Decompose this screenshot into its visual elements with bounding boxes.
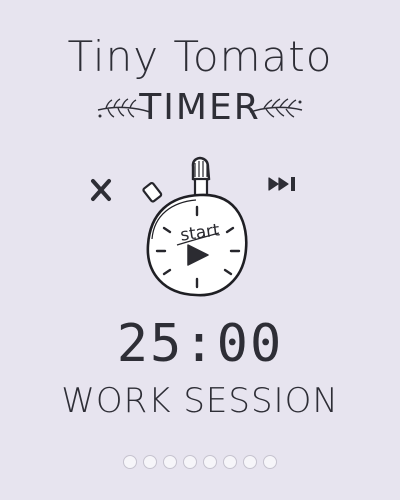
subtitle-row: TIMER bbox=[0, 88, 400, 132]
session-dot bbox=[163, 455, 177, 469]
session-dot bbox=[203, 455, 217, 469]
app-title: Tiny Tomato bbox=[67, 32, 333, 81]
close-icon[interactable] bbox=[90, 178, 112, 202]
session-dot bbox=[123, 455, 137, 469]
session-dot bbox=[143, 455, 157, 469]
right-leaf-sprig-icon bbox=[249, 98, 303, 118]
time-remaining: 25:00 bbox=[116, 314, 284, 374]
session-dot bbox=[183, 455, 197, 469]
session-dot bbox=[243, 455, 257, 469]
skip-forward-icon[interactable] bbox=[268, 176, 298, 192]
session-progress-dots bbox=[0, 455, 400, 469]
session-dot bbox=[223, 455, 237, 469]
session-dot bbox=[263, 455, 277, 469]
session-label: WORK SESSION bbox=[61, 381, 339, 421]
app-subtitle: TIMER bbox=[139, 87, 261, 128]
start-button[interactable]: start bbox=[130, 155, 270, 305]
stopwatch-icon bbox=[142, 156, 248, 297]
